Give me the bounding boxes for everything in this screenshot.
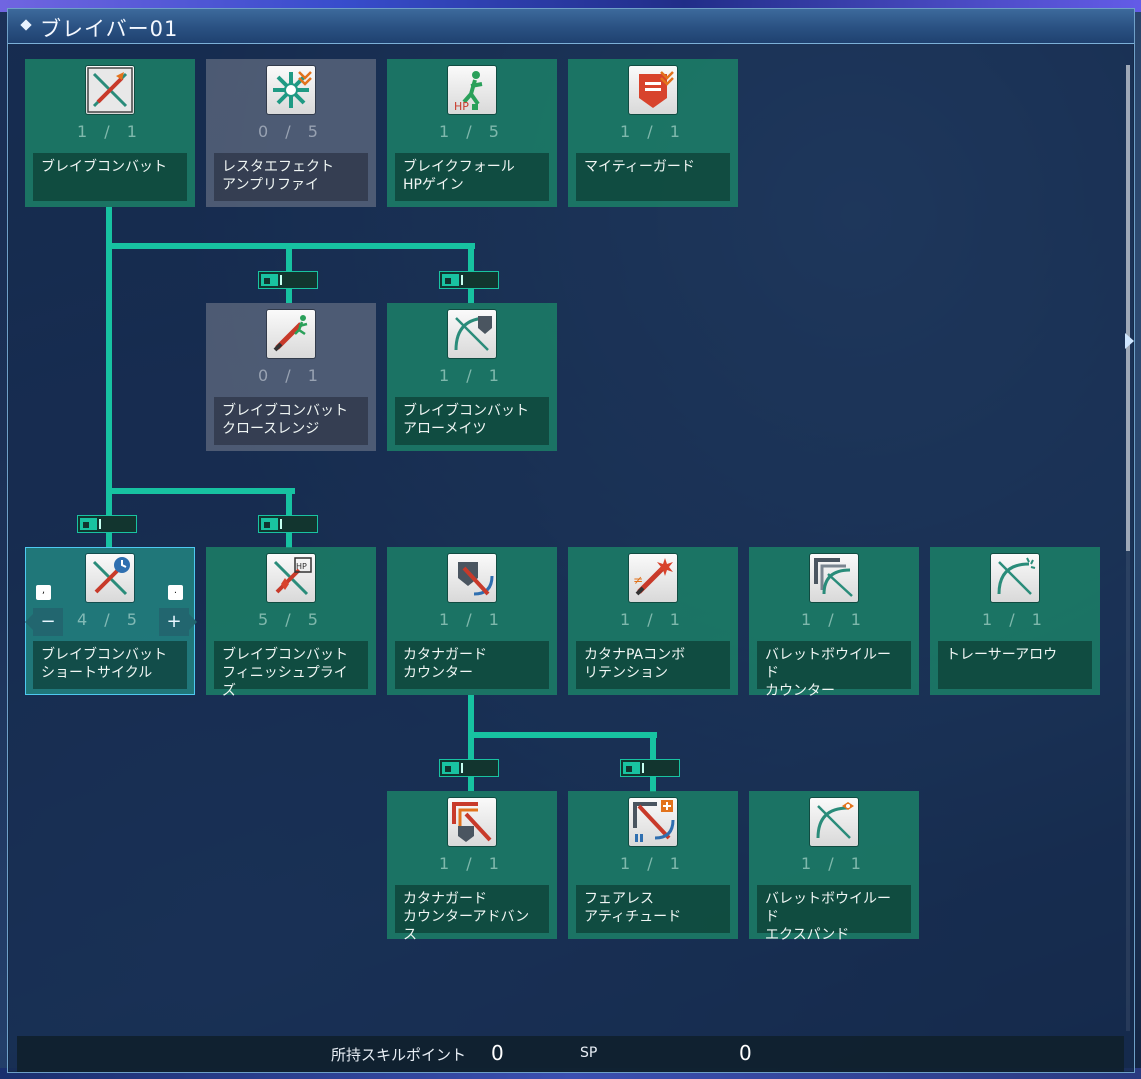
svg-text:HP: HP <box>454 100 469 113</box>
skill-points-value: 0 <box>491 1041 504 1065</box>
skill-name: ブレイブコンバット アローメイツ <box>395 397 549 445</box>
skill-name: ブレイブコンバット <box>33 153 187 201</box>
katana-run-icon <box>267 310 315 358</box>
skill-name: カタナPAコンボ リテンション <box>576 641 730 689</box>
skill-node-brave-combat-short-cycle[interactable]: , . − + 4 / 5 ブレイブコンバット ショートサイクル <box>25 547 197 695</box>
skill-node-katana-guard-counter-advance[interactable]: 1 / 1 カタナガード カウンターアドバンス <box>387 791 557 943</box>
katana-pa-icon: ≠ <box>629 554 677 602</box>
mighty-guard-icon <box>629 66 677 114</box>
resta-effect-icon <box>267 66 315 114</box>
fearless-icon <box>629 798 677 846</box>
skill-node-fearless-attitude[interactable]: 1 / 1 フェアレス アティチュード <box>568 791 738 939</box>
skill-name: ブレイブコンバット フィニッシュプライズ <box>214 641 368 699</box>
skill-level: 1 / 1 <box>801 610 867 629</box>
skill-level: 1 / 1 <box>439 610 505 629</box>
skill-node-mighty-guard[interactable]: 1 / 1 マイティーガード <box>568 59 738 207</box>
title-bar[interactable]: ブレイバー01 <box>8 9 1134 44</box>
katana-guard-icon <box>448 554 496 602</box>
unlock-requirement-badge <box>258 271 318 289</box>
window-title: ブレイバー01 <box>40 17 179 41</box>
skill-name: トレーサーアロウ <box>938 641 1092 689</box>
sp-label: SP <box>580 1045 598 1061</box>
key-hint-comma: , <box>36 585 51 600</box>
unlock-requirement-badge <box>258 515 318 533</box>
skill-level: 1 / 1 <box>620 610 686 629</box>
skill-level: 1 / 5 <box>439 122 505 141</box>
sp-value: 0 <box>739 1041 752 1065</box>
skill-points-label: 所持スキルポイント <box>331 1046 467 1064</box>
skill-level: 1 / 1 <box>801 854 867 873</box>
skill-level: 5 / 5 <box>258 610 324 629</box>
skill-node-resta-effect-amplify[interactable]: 0 / 5 レスタエフェクト アンプリファイ <box>206 59 376 207</box>
skill-level: 1 / 1 <box>620 122 686 141</box>
title-diamond-icon <box>20 19 32 31</box>
skill-node-brave-combat-close-range[interactable]: 0 / 1 ブレイブコンバット クロースレンジ <box>206 303 376 451</box>
skill-name: カタナガード カウンター <box>395 641 549 689</box>
skill-name: ブレイブコンバット クロースレンジ <box>214 397 368 445</box>
skill-node-tracer-arrow[interactable]: 1 / 1 トレーサーアロウ <box>930 547 1100 695</box>
skill-node-katana-guard-counter[interactable]: 1 / 1 カタナガード カウンター <box>387 547 557 695</box>
svg-text:≠: ≠ <box>633 573 643 587</box>
key-hint-period: . <box>168 585 183 600</box>
bow-shield-icon <box>448 310 496 358</box>
unlock-requirement-badge <box>620 759 680 777</box>
skill-name: ブレイクフォール HPゲイン <box>395 153 549 201</box>
skill-node-katana-pa-combo-retention[interactable]: ≠ 1 / 1 カタナPAコンボ リテンション <box>568 547 738 695</box>
skill-level: 0 / 5 <box>258 122 324 141</box>
connector-line <box>106 488 295 494</box>
lock-icon <box>261 518 278 530</box>
skill-node-bullet-bow-expand[interactable]: 1 / 1 バレットボウイルード エクスパンド <box>749 791 919 943</box>
skill-node-brave-combat[interactable]: 1 / 1 ブレイブコンバット <box>25 59 195 207</box>
expand-arrow-icon[interactable] <box>1125 333 1134 349</box>
tracer-arrow-icon <box>991 554 1039 602</box>
skill-node-break-fall-hp-gain[interactable]: HP 1 / 5 ブレイクフォール HPゲイン <box>387 59 557 207</box>
skill-name: バレットボウイルード カウンター <box>757 641 911 699</box>
connector-line <box>468 732 657 738</box>
short-cycle-icon <box>86 554 134 602</box>
skill-name: フェアレス アティチュード <box>576 885 730 933</box>
skill-node-bullet-bow-counter[interactable]: 1 / 1 バレットボウイルード カウンター <box>749 547 919 699</box>
lock-icon <box>442 762 459 774</box>
skill-level: 0 / 1 <box>258 366 324 385</box>
unlock-requirement-badge <box>77 515 137 533</box>
unlock-requirement-badge <box>439 271 499 289</box>
skill-level: 1 / 1 <box>620 854 686 873</box>
skill-node-brave-combat-arrow-mates[interactable]: 1 / 1 ブレイブコンバット アローメイツ <box>387 303 557 451</box>
skill-name: レスタエフェクト アンプリファイ <box>214 153 368 201</box>
skill-level: 4 / 5 <box>77 610 143 629</box>
skill-level: 1 / 1 <box>77 122 143 141</box>
connector-line <box>106 207 112 548</box>
skill-name: ブレイブコンバット ショートサイクル <box>33 641 187 689</box>
lock-icon <box>623 762 640 774</box>
break-fall-hp-icon: HP <box>448 66 496 114</box>
svg-text:HP: HP <box>296 562 307 571</box>
skill-point-footer: 所持スキルポイント 0 SP 0 <box>17 1036 1124 1072</box>
unlock-requirement-badge <box>439 759 499 777</box>
brave-combat-icon <box>86 66 134 114</box>
katana-guard-advance-icon <box>448 798 496 846</box>
bow-counter-icon <box>810 554 858 602</box>
lock-icon <box>442 274 459 286</box>
skill-level: 1 / 1 <box>982 610 1048 629</box>
skill-level: 1 / 1 <box>439 366 505 385</box>
skill-name: バレットボウイルード エクスパンド <box>757 885 911 943</box>
lock-icon <box>261 274 278 286</box>
skill-name: マイティーガード <box>576 153 730 201</box>
lock-icon <box>80 518 97 530</box>
scrollbar-thumb[interactable] <box>1126 65 1130 551</box>
skill-name: カタナガード カウンターアドバンス <box>395 885 549 943</box>
skill-level: 1 / 1 <box>439 854 505 873</box>
finish-prize-icon: HP <box>267 554 315 602</box>
skill-node-brave-combat-finish-prize[interactable]: HP 5 / 5 ブレイブコンバット フィニッシュプライズ <box>206 547 376 699</box>
bow-expand-icon <box>810 798 858 846</box>
